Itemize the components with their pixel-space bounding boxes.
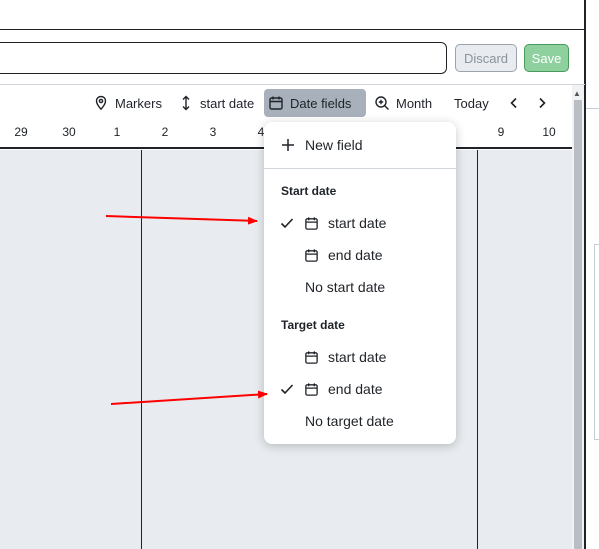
side-panel-card	[594, 244, 599, 440]
day-label: 9	[497, 125, 505, 139]
check-icon	[280, 384, 294, 395]
date-fields-label: Date fields	[290, 95, 352, 111]
view-name-input[interactable]	[0, 42, 447, 74]
calendar-icon	[305, 350, 318, 364]
sort-label: start date	[200, 95, 255, 111]
option-label: end date	[328, 247, 383, 263]
day-label: 30	[62, 125, 76, 139]
new-field-label: New field	[305, 137, 363, 153]
option-label: No start date	[305, 279, 386, 295]
calendar-icon	[305, 216, 318, 230]
today-button[interactable]: Today	[450, 89, 493, 117]
zoom-in-icon	[375, 96, 389, 110]
check-icon	[280, 218, 294, 229]
date-fields-menu: New field Start date start date end date…	[264, 122, 456, 444]
plus-icon	[282, 139, 294, 151]
target-option-end-date[interactable]: end date	[264, 375, 456, 403]
start-date-heading: Start date	[281, 184, 337, 198]
discard-button[interactable]: Discard	[455, 44, 517, 72]
scroll-up-arrow-icon[interactable]: ▲	[573, 89, 581, 98]
toolbar-divider	[0, 84, 585, 85]
chevron-left-icon	[510, 97, 517, 109]
day-label: 10	[542, 125, 556, 139]
target-date-heading: Target date	[281, 318, 345, 332]
calendar-icon	[305, 248, 318, 262]
save-button[interactable]: Save	[524, 44, 569, 72]
day-label: 1	[113, 125, 121, 139]
month-gridline	[141, 150, 142, 549]
date-fields-button[interactable]: Date fields	[264, 89, 366, 117]
previous-button[interactable]	[502, 89, 526, 117]
sort-button[interactable]: start date	[174, 89, 258, 117]
option-label: No target date	[305, 413, 394, 429]
day-label: 3	[209, 125, 217, 139]
day-label: 2	[161, 125, 169, 139]
day-label: 29	[14, 125, 28, 139]
markers-label: Markers	[115, 95, 162, 111]
chevron-right-icon	[539, 97, 546, 109]
no-start-date-option[interactable]: No start date	[264, 273, 456, 301]
menu-divider	[264, 168, 456, 169]
side-panel-divider	[586, 108, 599, 109]
scrollbar-thumb[interactable]	[574, 100, 582, 549]
markers-button[interactable]: Markers	[89, 89, 166, 117]
month-gridline	[477, 150, 478, 549]
no-target-date-option[interactable]: No target date	[264, 407, 456, 435]
new-field-item[interactable]: New field	[264, 131, 456, 159]
top-bar	[0, 0, 585, 30]
start-option-start-date[interactable]: start date	[264, 209, 456, 237]
zoom-label: Month	[396, 95, 433, 111]
option-label: start date	[328, 215, 387, 231]
vertical-arrows-icon	[182, 95, 190, 111]
target-option-start-date[interactable]: start date	[264, 343, 456, 371]
calendar-icon	[305, 382, 318, 396]
zoom-button[interactable]: Month	[370, 89, 436, 117]
next-button[interactable]	[530, 89, 554, 117]
calendar-icon	[269, 96, 283, 110]
option-label: end date	[328, 381, 383, 397]
option-label: start date	[328, 349, 387, 365]
start-option-end-date[interactable]: end date	[264, 241, 456, 269]
location-pin-icon	[95, 95, 107, 111]
